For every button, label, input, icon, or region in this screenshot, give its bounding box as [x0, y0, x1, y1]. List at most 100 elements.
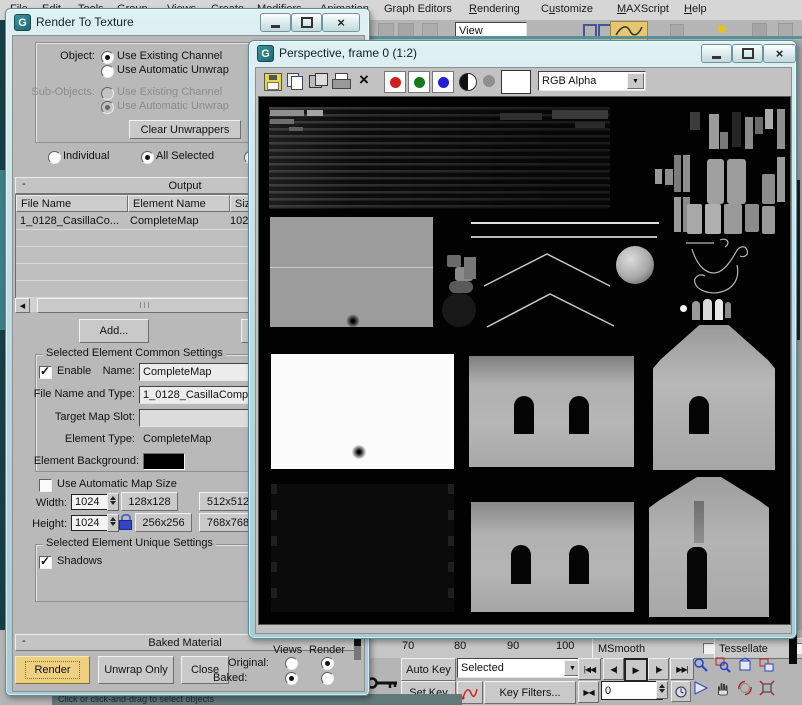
minimize-button[interactable]	[260, 13, 291, 32]
red-channel-toggle[interactable]	[384, 71, 406, 93]
enable-checkbox[interactable]: ✓	[39, 366, 52, 379]
original-render-radio[interactable]	[321, 657, 334, 670]
close-button[interactable]: ×	[322, 13, 360, 32]
screen: File Edit Tools Group Views Create Modif…	[0, 0, 802, 705]
size-128-button[interactable]: 128x128	[121, 492, 178, 511]
minimize-icon	[712, 56, 721, 59]
render-window-client: × RGB Alpha ▼	[255, 67, 792, 634]
pan-button[interactable]	[714, 679, 732, 697]
individual-radio[interactable]	[48, 151, 61, 164]
clear-unwrappers-button[interactable]: Clear Unwrappers	[129, 120, 241, 139]
all-selected-radio[interactable]	[141, 151, 154, 164]
minimize-button[interactable]	[701, 44, 732, 63]
restore-button[interactable]	[732, 44, 763, 63]
object-automatic-radio[interactable]	[101, 65, 114, 78]
restore-button[interactable]	[291, 13, 322, 32]
play-button[interactable]: ▶	[624, 658, 648, 682]
monochrome-toggle[interactable]	[459, 73, 477, 91]
menu-graph-editors[interactable]: Graph Editors	[384, 3, 452, 15]
blue-channel-toggle[interactable]	[432, 71, 454, 93]
go-to-end-button[interactable]: ▶▶|	[670, 658, 694, 680]
height-field[interactable]: 1024	[71, 515, 112, 531]
dialog-title: Render To Texture	[36, 15, 134, 29]
unwrap-only-button[interactable]: Unwrap Only	[98, 656, 174, 684]
msmooth-settings-box[interactable]	[703, 643, 714, 654]
arc-rotate-button[interactable]	[736, 679, 754, 697]
clear-bitmap-icon[interactable]: ×	[356, 70, 372, 90]
name-value: CompleteMap	[143, 366, 211, 378]
frame-spinner[interactable]	[656, 681, 668, 699]
baked-views-radio[interactable]	[285, 672, 298, 685]
close-button[interactable]: ×	[763, 44, 796, 63]
col-element-name[interactable]: Element Name	[128, 195, 230, 212]
zoom-extents-button[interactable]	[736, 656, 754, 674]
scroll-thumb[interactable]	[37, 298, 255, 313]
dropdown-arrow-button[interactable]: ▼	[627, 73, 644, 89]
object-existing-radio[interactable]	[101, 51, 114, 64]
maximize-viewport-toggle[interactable]	[758, 679, 776, 697]
viewport-top-border	[370, 36, 802, 39]
add-element-button[interactable]: Add...	[79, 319, 149, 343]
clone-window-icon[interactable]	[309, 73, 327, 89]
width-value: 1024	[75, 496, 99, 508]
auto-key-button[interactable]: Auto Key	[401, 658, 456, 681]
atlas-bottle	[715, 299, 723, 320]
shadows-label[interactable]: Shadows	[57, 555, 102, 567]
print-bitmap-icon[interactable]	[332, 73, 350, 89]
height-spinner[interactable]	[107, 514, 119, 532]
zoom-all-button[interactable]	[714, 656, 732, 674]
tick-100: 100	[556, 640, 574, 652]
render-button[interactable]: Render	[15, 656, 90, 684]
current-frame-field[interactable]: 0	[601, 681, 663, 700]
auto-key-label: Auto Key	[406, 664, 451, 676]
tick-70: 70	[402, 640, 414, 652]
object-existing-label[interactable]: Use Existing Channel	[117, 50, 222, 62]
shadows-checkbox[interactable]: ✓	[39, 556, 52, 569]
aspect-lock-icon[interactable]	[119, 514, 131, 529]
element-background-swatch[interactable]	[143, 453, 185, 470]
time-configuration-button[interactable]	[671, 681, 691, 702]
object-automatic-label[interactable]: Use Automatic Unwrap	[117, 64, 229, 76]
menu-help[interactable]: Help	[684, 3, 707, 15]
size-256-button[interactable]: 256x256	[135, 513, 192, 532]
clear-color-swatch[interactable]	[501, 70, 531, 94]
green-channel-toggle[interactable]	[408, 71, 430, 93]
key-mode-toggle[interactable]: ▶◀	[578, 681, 599, 703]
previous-frame-icon: ◀|	[610, 665, 616, 674]
zoom-button[interactable]	[692, 656, 710, 674]
width-spinner[interactable]	[107, 493, 119, 511]
channel-display-dropdown[interactable]: RGB Alpha ▼	[538, 71, 646, 91]
all-selected-label[interactable]: All Selected	[156, 150, 214, 162]
enable-label[interactable]: Enable	[57, 365, 91, 377]
baked-render-radio[interactable]	[321, 672, 334, 685]
width-field[interactable]: 1024	[71, 494, 112, 510]
col-file-name[interactable]: File Name	[16, 195, 128, 212]
file-name-type-value: 1_0128_CasillaComple	[143, 389, 257, 401]
alpha-channel-toggle[interactable]	[483, 75, 495, 87]
key-filters-button[interactable]: Key Filters...	[484, 681, 576, 704]
previous-frame-button[interactable]: ◀|	[603, 658, 624, 680]
render-column-label: Render	[309, 644, 345, 656]
zoom-extents-all-button[interactable]	[758, 656, 776, 674]
next-frame-button[interactable]: |▶	[648, 658, 669, 680]
menu-maxscript[interactable]: MAXScript	[617, 3, 669, 15]
copy-bitmap-icon[interactable]	[287, 73, 303, 89]
go-to-start-button[interactable]: |◀◀	[578, 658, 601, 680]
original-views-radio[interactable]	[285, 657, 298, 670]
baked-texture-preview[interactable]	[258, 96, 791, 625]
save-bitmap-icon[interactable]	[264, 73, 282, 91]
menu-rendering[interactable]: Rendering	[469, 3, 520, 15]
individual-label[interactable]: Individual	[63, 150, 109, 162]
auto-map-size-checkbox[interactable]	[39, 479, 52, 492]
keyboard-shortcut-override-icon[interactable]	[366, 674, 400, 692]
auto-map-size-label[interactable]: Use Automatic Map Size	[57, 478, 177, 490]
size-256-label: 256x256	[142, 517, 184, 529]
menu-customize[interactable]: Customize	[541, 3, 593, 15]
size-768-label: 768x768	[207, 517, 249, 529]
play-icon: ▶	[633, 665, 640, 676]
selection-set-dropdown[interactable]: Selected ▼	[457, 658, 583, 678]
close-icon: ×	[776, 46, 784, 61]
field-of-view-button[interactable]	[692, 679, 710, 697]
close-icon: ×	[337, 15, 345, 30]
scroll-left-button[interactable]: ◀	[15, 298, 30, 313]
